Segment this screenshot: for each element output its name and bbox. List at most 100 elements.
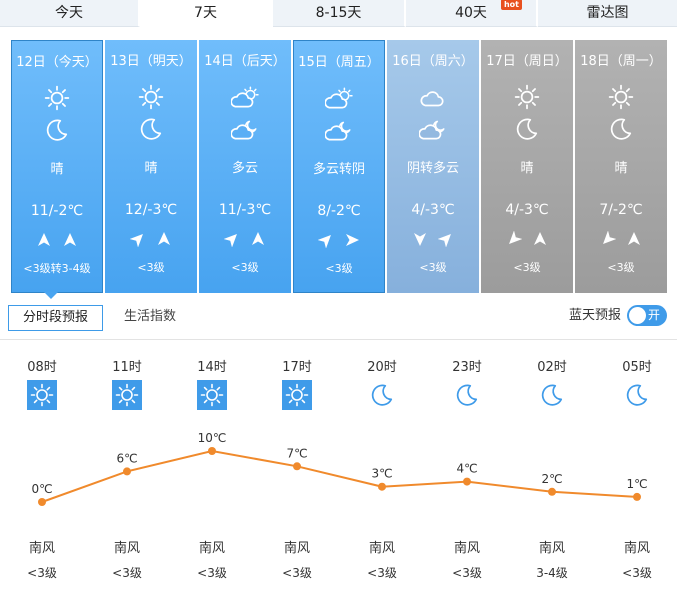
temperature-label: 6℃: [116, 451, 137, 465]
temperature-range: 4/-3℃: [505, 202, 549, 218]
day-name: 13日（明天）: [110, 54, 192, 69]
weather-description: 多云转阴: [312, 162, 365, 177]
weather-description: 阴转多云: [406, 161, 459, 176]
sun-icon: [12, 85, 102, 111]
sun-icon: [105, 84, 197, 110]
temperature-point: [293, 462, 301, 471]
temperature-point: [208, 447, 216, 455]
hour-wind-direction: 南风: [368, 541, 395, 556]
blue-sky-forecast-label: 蓝天预报: [569, 308, 622, 323]
blue-sky-toggle[interactable]: 开: [627, 305, 667, 326]
hour-time: 02时: [537, 360, 567, 375]
north-wind-arrow-icon: [36, 232, 52, 251]
day-card[interactable]: 14日（后天） 多云 11/-3℃ <3级: [199, 40, 291, 293]
temperature-range: 4/-3℃: [411, 202, 455, 218]
day-card[interactable]: 16日（周六） 阴转多云 4/-3℃ <3级: [387, 40, 479, 293]
temperature-point: [548, 487, 556, 496]
wind-level: <3级: [231, 261, 259, 274]
hour-wind-level: 3-4级: [536, 566, 568, 580]
cloud-icon: [387, 84, 479, 110]
wind-direction: [199, 231, 291, 251]
temperature-range: 11/-3℃: [218, 202, 272, 218]
sun-icon: [112, 380, 142, 410]
weather-description: 多云: [231, 161, 258, 176]
day-name: 18日（周一）: [580, 54, 662, 69]
selected-day-caret: [44, 292, 58, 299]
south-wind-arrow-icon: [412, 231, 428, 250]
life-index-tab[interactable]: 生活指数: [124, 305, 176, 331]
wind-level: <3级转3-4级: [23, 262, 91, 275]
hour-wind-level: <3级: [27, 566, 57, 580]
sun-icon: [282, 380, 312, 410]
hourly-temperature-chart: 0℃ 6℃ 10℃ 7℃ 3℃ 4℃ 2℃ 1℃: [31, 431, 648, 506]
moon-icon: [481, 116, 573, 142]
weather-description: 晴: [144, 161, 158, 176]
temperature-point: [123, 467, 131, 476]
hour-wind-direction: 南风: [283, 541, 310, 556]
temperature-point: [463, 477, 471, 486]
wind-direction: [105, 231, 197, 251]
tab-label: 今天: [55, 5, 83, 21]
temperature-label: 10℃: [198, 431, 227, 445]
hour-wind-direction: 南风: [198, 541, 225, 556]
day-card[interactable]: 15日（周五） 多云转阴 8/-2℃ <3级: [293, 40, 385, 293]
temperature-label: 7℃: [286, 446, 307, 460]
wind-direction: [12, 232, 102, 252]
hour-wind-level: <3级: [452, 566, 482, 580]
hour-wind-level: <3级: [622, 566, 652, 580]
hour-wind-level: <3级: [282, 566, 312, 580]
wind-direction: [481, 230, 573, 251]
partly-cloudy-night-icon: [387, 116, 479, 142]
sun-icon: [197, 380, 227, 410]
tab-label: 8-15天: [315, 5, 362, 21]
temperature-point: [38, 498, 46, 506]
tab-8-15-days[interactable]: 8-15天: [273, 0, 406, 27]
toggle-label: 开: [648, 308, 661, 322]
temperature-range: 11/-2℃: [30, 203, 84, 219]
north-wind-arrow-icon: [156, 231, 172, 250]
toggle-knob: [629, 307, 646, 324]
north-wind-arrow-icon: [626, 231, 642, 250]
north-wind-arrow-icon: [250, 231, 266, 250]
sun-icon: [27, 380, 57, 410]
temperature-point: [378, 482, 386, 491]
moon-icon: [452, 380, 482, 410]
hour-wind-direction: 南风: [453, 541, 480, 556]
wind-direction: [294, 232, 384, 252]
hour-wind-level: <3级: [197, 566, 227, 580]
temperature-label: 4℃: [456, 462, 477, 476]
day-name: 14日（后天）: [204, 54, 286, 69]
temperature-label: 0℃: [31, 482, 52, 496]
wind-level: <3级: [419, 261, 447, 274]
northeast-wind-arrow-icon: [437, 231, 454, 250]
day-name: 17日（周日）: [486, 54, 568, 69]
southwest-wind-arrow-icon: [600, 230, 617, 250]
tab-label: 40天: [455, 5, 487, 21]
east-wind-arrow-icon: [344, 232, 360, 251]
hot-badge: hot: [500, 0, 522, 10]
hour-time: 11时: [112, 360, 142, 375]
forecast-tabs: 今天 7天 8-15天 40天 hot 雷达图: [0, 0, 677, 28]
day-card[interactable]: 18日（周一） 晴 7/-2℃ <3级: [575, 40, 667, 293]
temperature-label: 2℃: [541, 472, 562, 486]
tab-7-days[interactable]: 7天: [140, 0, 273, 27]
day-name: 16日（周六）: [392, 54, 474, 69]
hour-time: 17时: [282, 360, 312, 375]
hour-time: 23时: [452, 360, 482, 375]
tab-40-days[interactable]: 40天 hot: [406, 0, 538, 27]
day-card[interactable]: 17日（周日） 晴 4/-3℃ <3级: [481, 40, 573, 293]
hourly-forecast-tab[interactable]: 分时段预报: [8, 305, 103, 331]
wind-level: <3级: [607, 261, 635, 274]
tab-label: 雷达图: [586, 5, 629, 21]
day-card[interactable]: 12日（今天） 晴 11/-2℃ <3级转3-4级: [11, 40, 103, 293]
tab-today[interactable]: 今天: [0, 0, 140, 27]
sun-icon: [575, 84, 667, 110]
temperature-range: 7/-2℃: [599, 202, 643, 218]
temperature-label: 3℃: [371, 467, 392, 481]
partly-cloudy-night-icon: [199, 116, 291, 142]
tab-radar[interactable]: 雷达图: [538, 0, 677, 27]
day-card[interactable]: 13日（明天） 晴 12/-3℃ <3级: [105, 40, 197, 293]
moon-icon: [12, 117, 102, 143]
moon-icon: [105, 116, 197, 142]
northeast-wind-arrow-icon: [223, 231, 240, 250]
